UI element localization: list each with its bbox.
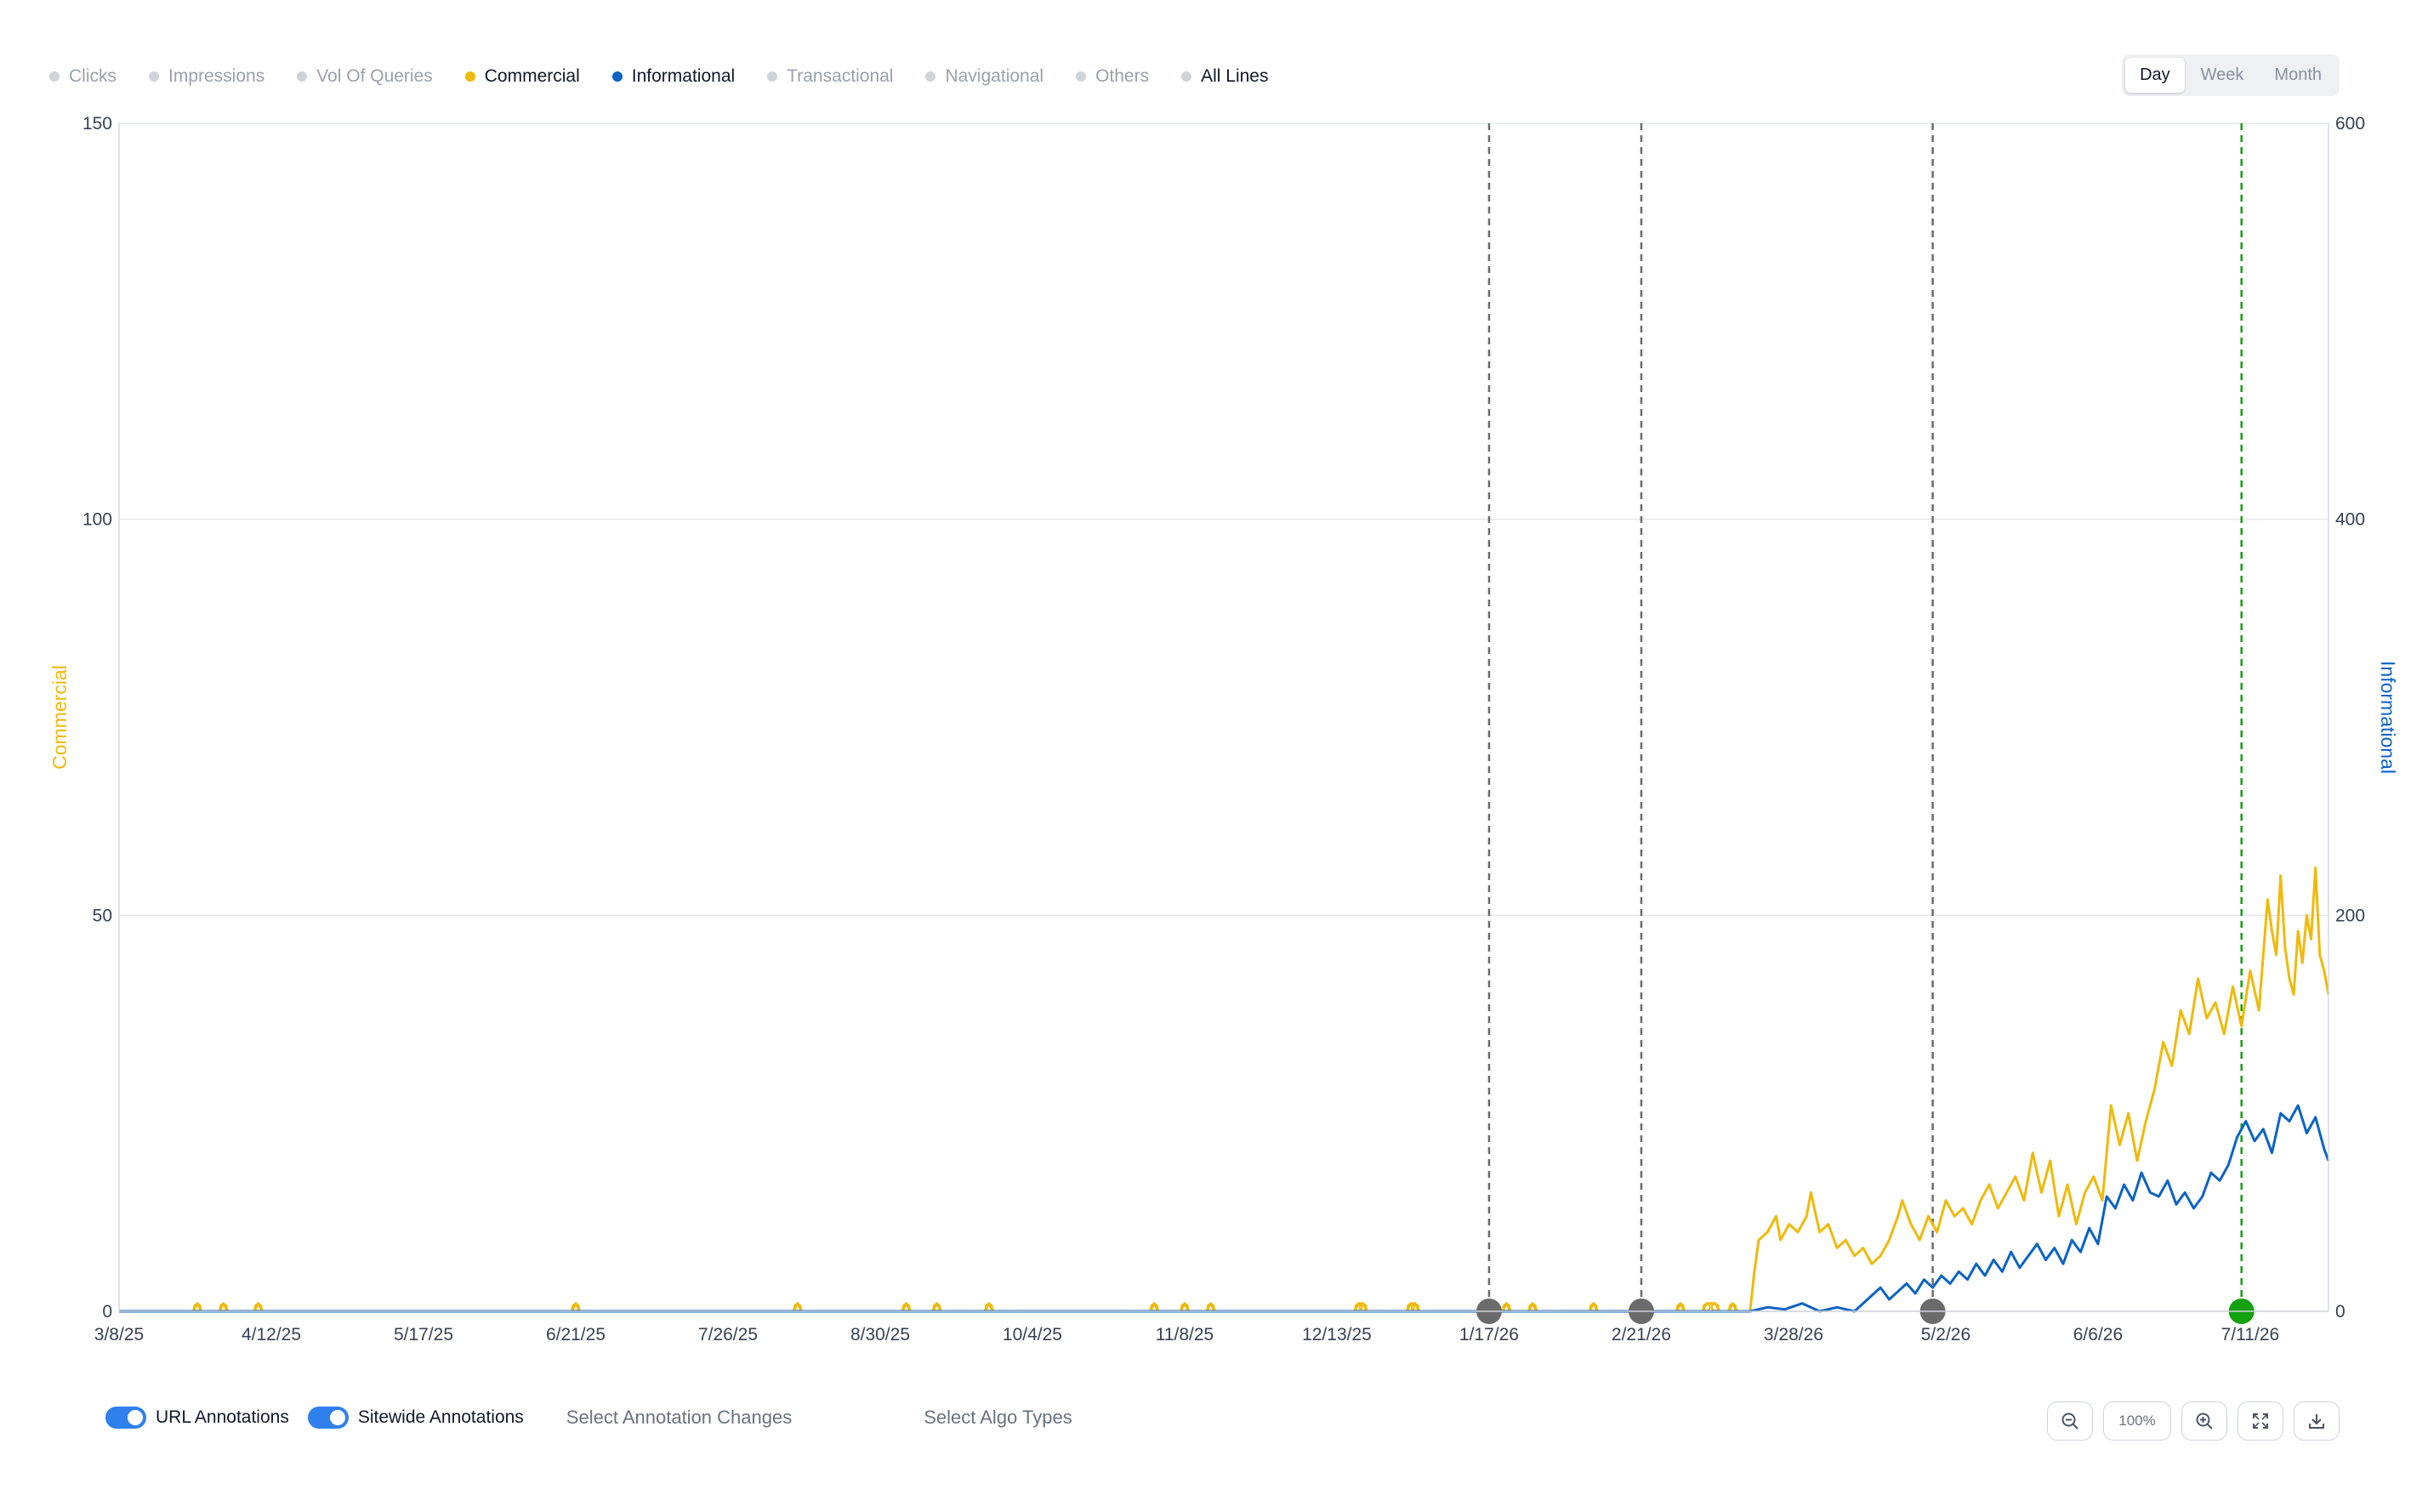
chart-axes: 0 50 100 150 0 200 400 600 3/8/25 4/12/25 5/17/25 6… xyxy=(48,114,2399,1344)
x-tick-label: 6/21/25 xyxy=(546,1325,606,1344)
x-tick-label: 3/28/26 xyxy=(1764,1325,1823,1344)
line-chart: 0 50 100 150 0 200 400 600 3/8/25 4/12/25 5/17/25 6… xyxy=(48,114,2399,1344)
series-line-commercial xyxy=(119,867,2330,1313)
y-left-tick-label: 0 xyxy=(102,1302,112,1322)
x-tick-label: 7/11/26 xyxy=(2221,1325,2280,1344)
x-tick-label: 5/17/25 xyxy=(394,1325,453,1344)
y-right-tick-label: 0 xyxy=(2335,1302,2346,1322)
url-annotations-label: URL Annotations xyxy=(156,1407,289,1427)
chart-series xyxy=(119,867,2330,1313)
x-tick-label: 10/4/25 xyxy=(1003,1325,1062,1344)
sitewide-annotations-toggle[interactable]: Sitewide Annotations xyxy=(307,1407,524,1429)
download-icon xyxy=(2309,1414,2324,1429)
y-right-tick-label: 600 xyxy=(2335,114,2365,134)
zoom-in-button[interactable] xyxy=(2181,1401,2227,1441)
y-left-tick-label: 50 xyxy=(93,906,112,925)
select-algo-types[interactable]: Select Algo Types xyxy=(924,1407,1072,1429)
x-tick-label: 11/8/25 xyxy=(1156,1325,1214,1344)
fullscreen-button[interactable] xyxy=(2238,1401,2283,1441)
x-tick-label: 6/6/26 xyxy=(2073,1325,2123,1344)
zoom-out-icon xyxy=(2061,1413,2078,1430)
sitewide-annotations-label: Sitewide Annotations xyxy=(357,1407,524,1427)
download-button[interactable] xyxy=(2294,1401,2340,1441)
y-left-axis-title: Commercial xyxy=(48,665,71,770)
x-tick-label: 5/2/26 xyxy=(1921,1325,1970,1344)
x-tick-label: 4/12/25 xyxy=(242,1325,301,1344)
y-right-axis-title: Informational xyxy=(2377,661,2399,774)
y-right-tick-label: 400 xyxy=(2335,510,2365,530)
chart-tools: 100% xyxy=(2047,1401,2340,1441)
x-tick-label: 12/13/25 xyxy=(1302,1325,1372,1344)
zoom-level[interactable]: 100% xyxy=(2103,1401,2171,1441)
url-annotations-toggle[interactable]: URL Annotations xyxy=(105,1407,289,1429)
select-annotation-changes[interactable]: Select Annotation Changes xyxy=(566,1407,792,1429)
chart-grid xyxy=(119,122,2328,1312)
annotation-lines xyxy=(1487,123,2243,1311)
x-tick-label: 8/30/25 xyxy=(850,1325,910,1344)
annotation-controls: URL Annotations Sitewide Annotations Sel… xyxy=(105,1407,1072,1429)
y-left-tick-label: 150 xyxy=(82,114,112,134)
sitewide-annotations-switch[interactable] xyxy=(307,1407,349,1429)
y-left-tick-label: 100 xyxy=(82,510,112,530)
url-annotations-switch[interactable] xyxy=(105,1407,146,1429)
x-tick-label: 7/26/25 xyxy=(698,1325,758,1344)
x-tick-label: 2/21/26 xyxy=(1612,1325,1671,1344)
zoom-out-button[interactable] xyxy=(2047,1401,2093,1441)
y-right-tick-label: 200 xyxy=(2335,906,2365,925)
fullscreen-icon xyxy=(2253,1413,2268,1429)
x-tick-label: 3/8/25 xyxy=(94,1325,144,1344)
zoom-in-icon xyxy=(2196,1413,2213,1430)
x-tick-label: 1/17/26 xyxy=(1459,1325,1519,1344)
